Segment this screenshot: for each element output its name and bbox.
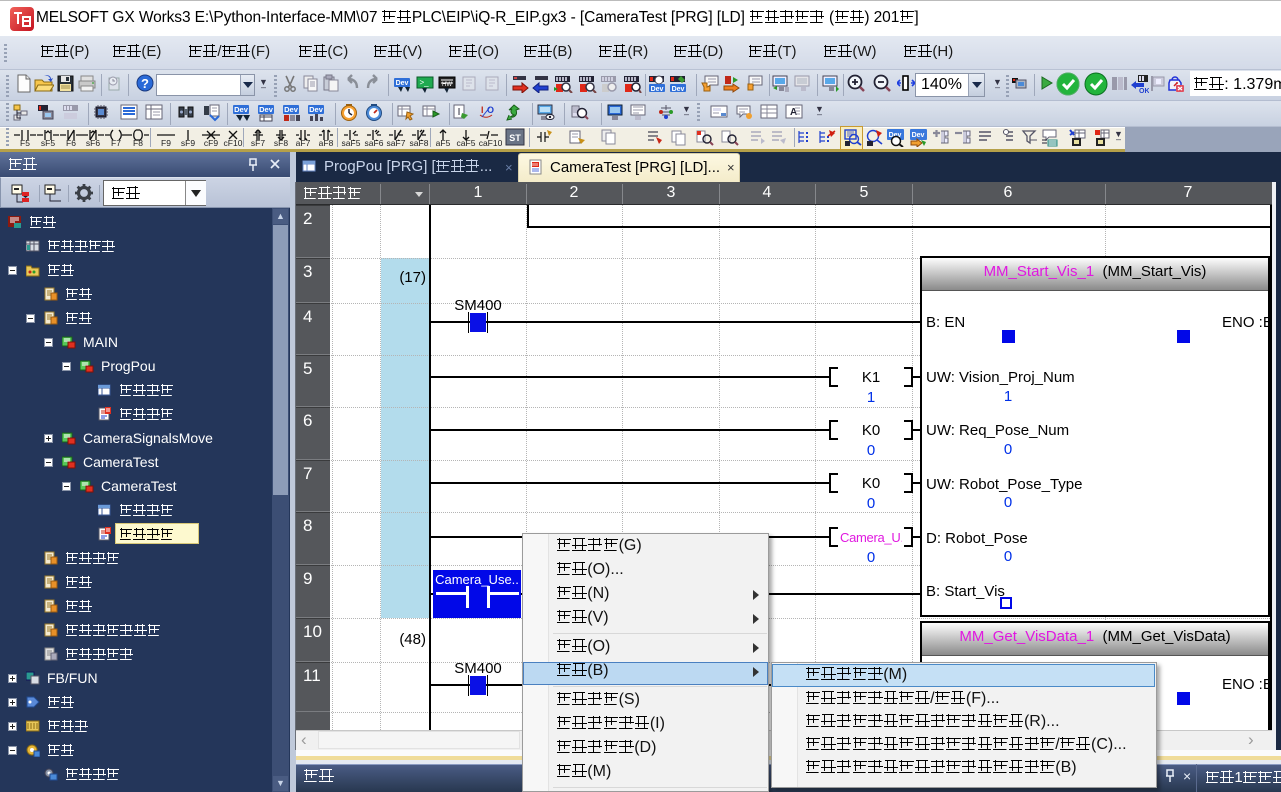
svg-text:Dev: Dev <box>651 86 664 93</box>
svg-text:Dev: Dev <box>234 105 249 114</box>
svg-text:Dev: Dev <box>396 80 409 87</box>
svg-text:ST: ST <box>509 133 521 143</box>
svg-text:Dev: Dev <box>309 105 324 114</box>
svg-text:A: A <box>790 107 797 118</box>
svg-text:?: ? <box>141 76 149 91</box>
svg-text:Dev: Dev <box>672 86 685 93</box>
svg-text:I: I <box>458 107 461 118</box>
svg-text:>_: >_ <box>419 78 429 87</box>
svg-text:Dev: Dev <box>284 105 299 114</box>
svg-text:Dev: Dev <box>259 105 274 114</box>
svg-text:Dev: Dev <box>912 132 925 139</box>
svg-text:I: I <box>481 105 484 115</box>
svg-text:HW: HW <box>442 82 452 88</box>
